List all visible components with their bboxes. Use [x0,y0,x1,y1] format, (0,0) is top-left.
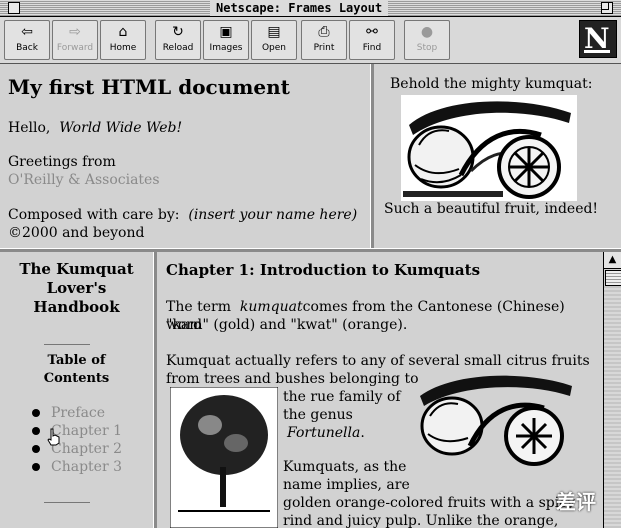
para1-text-a: The term [166,299,231,315]
stop-icon: ● [420,24,434,40]
composed-text: Composed with care by: [8,207,180,223]
chapter-para3-line4: rind and juicy pulp. Unlike the orange, [283,513,559,528]
vertical-scrollbar[interactable]: ▲ [603,252,621,528]
genus-period: . [360,425,365,441]
find-button[interactable]: ⚯ Find [349,20,395,60]
print-label: Print [313,43,335,53]
close-box[interactable] [8,2,20,14]
toc-item-preface[interactable]: Preface [32,405,105,421]
home-icon: ⌂ [118,24,128,40]
home-button[interactable]: ⌂ Home [100,20,146,60]
chapter-para2-line2: from trees and bushes belonging to [166,371,419,387]
kumquat-inline-image [420,375,572,466]
reload-label: Reload [162,43,194,53]
top-right-frame: Behold the mighty kumquat: Such a beauti… [374,64,621,248]
scroll-track[interactable] [604,286,621,528]
composed-line: Composed with care by: (insert your name… [8,207,357,223]
window-title: Netscape: Frames Layout [210,0,389,16]
toc-title-line2: Lover's [46,279,107,297]
toc-item-label: Chapter 3 [51,459,122,475]
kumquat-caption-top: Behold the mighty kumquat: [390,76,593,92]
forward-label: Forward [56,43,94,53]
open-button[interactable]: ▤ Open [251,20,297,60]
chapter-para2-line4: the genus [283,407,353,423]
chapter-para3-line3: golden orange-colored fruits with a spic… [283,495,575,511]
print-button[interactable]: ⎙ Print [301,20,347,60]
home-label: Home [109,43,137,53]
chapter-para1-line2: "kam" (gold) and "kwat" (orange). [166,317,408,333]
chapter-para3-line2: name implies, are [283,477,410,493]
top-left-frame: My first HTML document Hello, World Wide… [0,64,370,248]
kumquat-image [401,95,577,201]
zoom-box[interactable] [601,2,613,14]
toc-title-line1: The Kumquat [19,260,134,278]
toc-item-label: Chapter 1 [51,423,122,439]
composed-emphasis: (insert your name here) [188,207,358,223]
bullet-icon [32,409,40,417]
toc-frame: The Kumquat Lover's Handbook Table of Co… [0,252,153,528]
toc-divider-bottom [44,502,90,503]
toc-item-label: Chapter 2 [51,441,122,457]
images-label: Images [209,43,243,53]
navigation-toolbar: ⇦ Back ⇨ Forward ⌂ Home ↻ Reload ▣ Image… [0,17,621,64]
stop-button[interactable]: ● Stop [404,20,450,60]
genus-emphasis: Fortunella [287,425,361,441]
kumquat-caption-bottom: Such a beautiful fruit, indeed! [384,201,599,217]
netscape-logo[interactable]: N [579,20,617,58]
greetings-text: Greetings from [8,154,116,170]
forward-arrow-icon: ⇨ [69,24,81,40]
toc-subtitle-line1: Table of [47,353,106,368]
chapter-para2-line1: Kumquat actually refers to any of severa… [166,353,590,369]
toc-item-chapter-2[interactable]: Chapter 2 [32,441,122,457]
stop-label: Stop [416,43,438,53]
toc-subtitle-line2: Contents [43,371,110,386]
para1-emphasis: kumquat [239,299,303,315]
watermark: 差评 [556,490,596,514]
bullet-icon [32,445,40,453]
reload-button[interactable]: ↻ Reload [155,20,201,60]
find-label: Find [362,43,382,53]
copyright-text: ©2000 and beyond [8,225,145,241]
toc-item-chapter-3[interactable]: Chapter 3 [32,459,122,475]
forward-button[interactable]: ⇨ Forward [52,20,98,60]
scroll-up-arrow-icon[interactable]: ▲ [604,252,621,269]
print-icon: ⎙ [318,24,330,40]
chapter-frame: Chapter 1: Introduction to Kumquats The … [157,252,603,528]
hello-text: Hello, [8,120,51,136]
window-title-bar[interactable]: Netscape: Frames Layout [0,0,621,17]
open-label: Open [261,43,287,53]
kumquat-tree-image [170,387,278,528]
toc-item-chapter-1[interactable]: Chapter 1 [32,423,122,439]
bullet-icon [32,463,40,471]
back-label: Back [16,43,38,53]
chapter-heading: Chapter 1: Introduction to Kumquats [166,261,481,279]
back-arrow-icon: ⇦ [21,24,33,40]
chapter-para3-line1: Kumquats, as the [283,459,407,475]
hello-emphasis: World Wide Web! [59,120,183,136]
hello-line: Hello, World Wide Web! [8,120,182,136]
oreilly-link[interactable]: O'Reilly & Associates [8,172,160,188]
chapter-para2-line3: the rue family of [283,389,401,405]
scroll-thumb[interactable] [605,270,621,286]
back-button[interactable]: ⇦ Back [4,20,50,60]
bullet-icon [32,427,40,435]
netscape-logo-bar [584,50,610,53]
find-icon: ⚯ [366,24,378,40]
images-button[interactable]: ▣ Images [203,20,249,60]
hand-pointer-icon [47,428,60,446]
open-icon: ▤ [267,24,281,40]
page-heading: My first HTML document [8,75,290,99]
reload-icon: ↻ [172,24,184,40]
chapter-para2-line5: Fortunella. [287,424,365,442]
toc-title-line3: Handbook [33,298,120,316]
images-icon: ▣ [219,24,233,40]
toc-item-label: Preface [51,405,106,421]
toc-divider-top [44,344,90,345]
